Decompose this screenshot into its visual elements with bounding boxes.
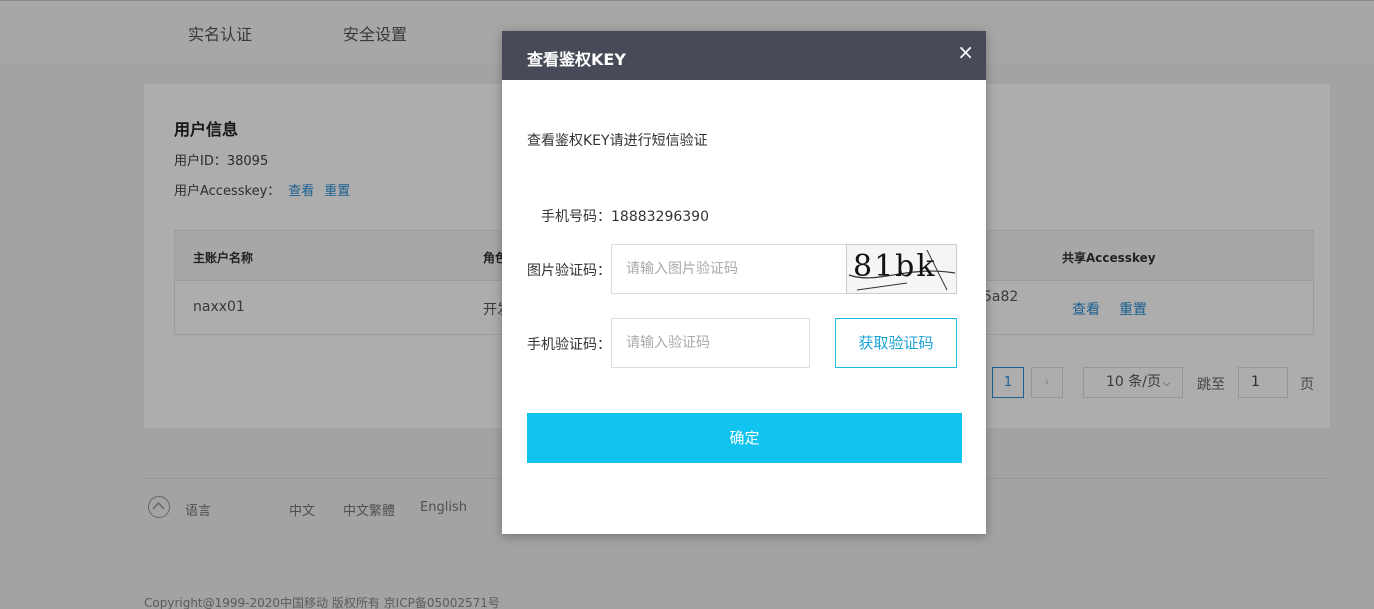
phone-label: 手机号码： xyxy=(541,209,611,225)
captcha-text: 81bk xyxy=(853,249,937,284)
sms-code-placeholder: 请输入验证码 xyxy=(626,335,710,351)
modal-description: 查看鉴权KEY请进行短信验证 xyxy=(527,133,708,149)
auth-key-modal: 查看鉴权KEY × 查看鉴权KEY请进行短信验证 手机号码：1888329639… xyxy=(502,31,986,534)
sms-code-input[interactable]: 请输入验证码 xyxy=(611,318,810,368)
modal-title: 查看鉴权KEY xyxy=(527,50,626,69)
image-code-input[interactable]: 请输入图片验证码 xyxy=(611,244,847,294)
confirm-button[interactable]: 确定 xyxy=(527,413,962,463)
sms-code-label: 手机验证码： xyxy=(527,337,611,353)
modal-header: 查看鉴权KEY × xyxy=(502,31,986,80)
image-code-placeholder: 请输入图片验证码 xyxy=(626,261,738,277)
phone-number: 18883296390 xyxy=(611,209,709,225)
get-code-button[interactable]: 获取验证码 xyxy=(835,318,957,368)
image-code-label: 图片验证码： xyxy=(527,263,611,279)
captcha-image[interactable]: 81bk xyxy=(846,244,957,294)
phone-line: 手机号码：18883296390 xyxy=(541,206,709,226)
close-icon[interactable]: × xyxy=(957,40,974,64)
